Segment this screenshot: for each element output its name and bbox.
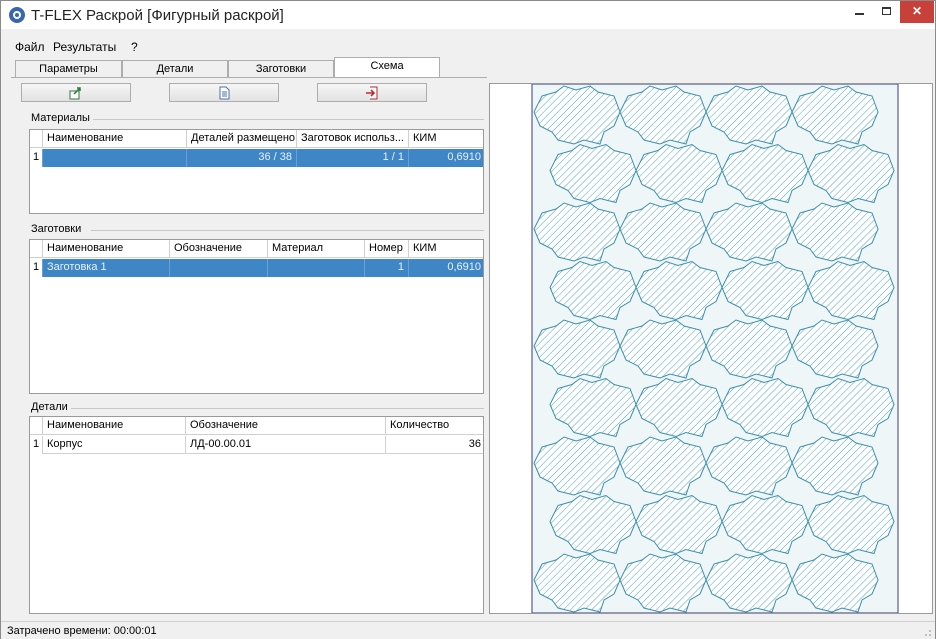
tab-scheme[interactable]: Схема bbox=[334, 57, 440, 78]
menu-help[interactable]: ? bbox=[131, 40, 138, 54]
column-header[interactable]: Обозначение bbox=[185, 417, 385, 435]
resize-grip-icon[interactable] bbox=[924, 629, 932, 637]
column-header[interactable]: Материал bbox=[267, 240, 364, 258]
table-header: Наименование Деталей размещено Заготовок… bbox=[30, 130, 483, 148]
material-name-cell[interactable] bbox=[42, 149, 186, 167]
row-number: 1 bbox=[30, 259, 42, 277]
column-header[interactable]: Наименование bbox=[42, 240, 169, 258]
close-icon[interactable]: ✕ bbox=[900, 1, 934, 23]
import-button[interactable] bbox=[317, 83, 427, 102]
row-number: 1 bbox=[30, 149, 42, 167]
blanks-used-cell[interactable]: 1 / 1 bbox=[296, 149, 408, 167]
export-icon bbox=[69, 87, 81, 100]
placed-cell[interactable]: 36 / 38 bbox=[186, 149, 296, 167]
import-icon bbox=[366, 86, 378, 100]
nesting-canvas bbox=[531, 84, 899, 613]
table-row[interactable]: 1 Заготовка 1 1 0,6910 bbox=[30, 259, 483, 277]
table-row[interactable]: 1 36 / 38 1 / 1 0,6910 bbox=[30, 149, 483, 167]
menu-bar: Файл Результаты ? bbox=[1, 38, 935, 56]
elapsed-time-label: Затрачено времени: 00:00:01 bbox=[7, 625, 157, 637]
app-window: T-FLEX Раскрой [Фигурный раскрой] ✕ Файл… bbox=[0, 0, 936, 639]
app-logo-icon bbox=[9, 7, 25, 23]
column-header[interactable]: Деталей размещено bbox=[186, 130, 296, 148]
blank-material-cell[interactable] bbox=[267, 259, 364, 277]
export-button[interactable] bbox=[21, 83, 131, 102]
document-button[interactable] bbox=[169, 83, 279, 102]
table-row[interactable]: 1 Корпус ЛД-00.00.01 36 bbox=[30, 436, 483, 454]
column-header[interactable]: Количество bbox=[385, 417, 483, 435]
tab-strip: Параметры Детали Заготовки Схема bbox=[15, 57, 445, 78]
materials-group-divider bbox=[93, 119, 484, 120]
nesting-preview[interactable] bbox=[489, 83, 933, 614]
blanks-group-label: Заготовки bbox=[31, 223, 82, 235]
blank-number-cell[interactable]: 1 bbox=[364, 259, 408, 277]
part-designation-cell[interactable]: ЛД-00.00.01 bbox=[185, 436, 385, 454]
parts-group-label: Детали bbox=[31, 401, 68, 413]
column-header[interactable]: Наименование bbox=[42, 130, 186, 148]
kim-cell[interactable]: 0,6910 bbox=[408, 149, 483, 167]
table-header: Наименование Обозначение Количество bbox=[30, 417, 483, 435]
minimize-icon[interactable] bbox=[846, 1, 872, 23]
column-header[interactable]: Обозначение bbox=[169, 240, 267, 258]
menu-file[interactable]: Файл bbox=[15, 40, 45, 54]
materials-table: Наименование Деталей размещено Заготовок… bbox=[29, 129, 484, 214]
row-number: 1 bbox=[30, 436, 42, 454]
window-title: T-FLEX Раскрой [Фигурный раскрой] bbox=[31, 7, 284, 24]
blank-name-cell[interactable]: Заготовка 1 bbox=[42, 259, 169, 277]
tab-divider bbox=[11, 77, 487, 78]
title-bar: T-FLEX Раскрой [Фигурный раскрой] ✕ bbox=[1, 1, 935, 29]
tab-parameters[interactable]: Параметры bbox=[15, 60, 122, 78]
tab-details[interactable]: Детали bbox=[122, 60, 228, 78]
blank-designation-cell[interactable] bbox=[169, 259, 267, 277]
parts-table: Наименование Обозначение Количество 1 Ко… bbox=[29, 416, 484, 614]
column-header[interactable]: Заготовок использ... bbox=[296, 130, 408, 148]
tab-blanks[interactable]: Заготовки bbox=[228, 60, 334, 78]
part-name-cell[interactable]: Корпус bbox=[42, 436, 185, 454]
column-header[interactable]: КИМ bbox=[408, 130, 483, 148]
table-header: Наименование Обозначение Материал Номер … bbox=[30, 240, 483, 258]
blanks-group-divider bbox=[91, 230, 484, 231]
document-icon bbox=[219, 86, 230, 100]
parts-group-divider bbox=[71, 408, 484, 409]
column-header[interactable]: Наименование bbox=[42, 417, 185, 435]
materials-group-label: Материалы bbox=[31, 112, 90, 124]
menu-results[interactable]: Результаты bbox=[53, 40, 116, 54]
part-quantity-cell[interactable]: 36 bbox=[385, 436, 483, 454]
maximize-icon[interactable] bbox=[873, 1, 899, 23]
status-bar: Затрачено времени: 00:00:01 bbox=[1, 621, 935, 639]
kim-cell[interactable]: 0,6910 bbox=[408, 259, 483, 277]
column-header[interactable]: КИМ bbox=[408, 240, 483, 258]
blanks-table: Наименование Обозначение Материал Номер … bbox=[29, 239, 484, 394]
column-header[interactable]: Номер bbox=[364, 240, 408, 258]
